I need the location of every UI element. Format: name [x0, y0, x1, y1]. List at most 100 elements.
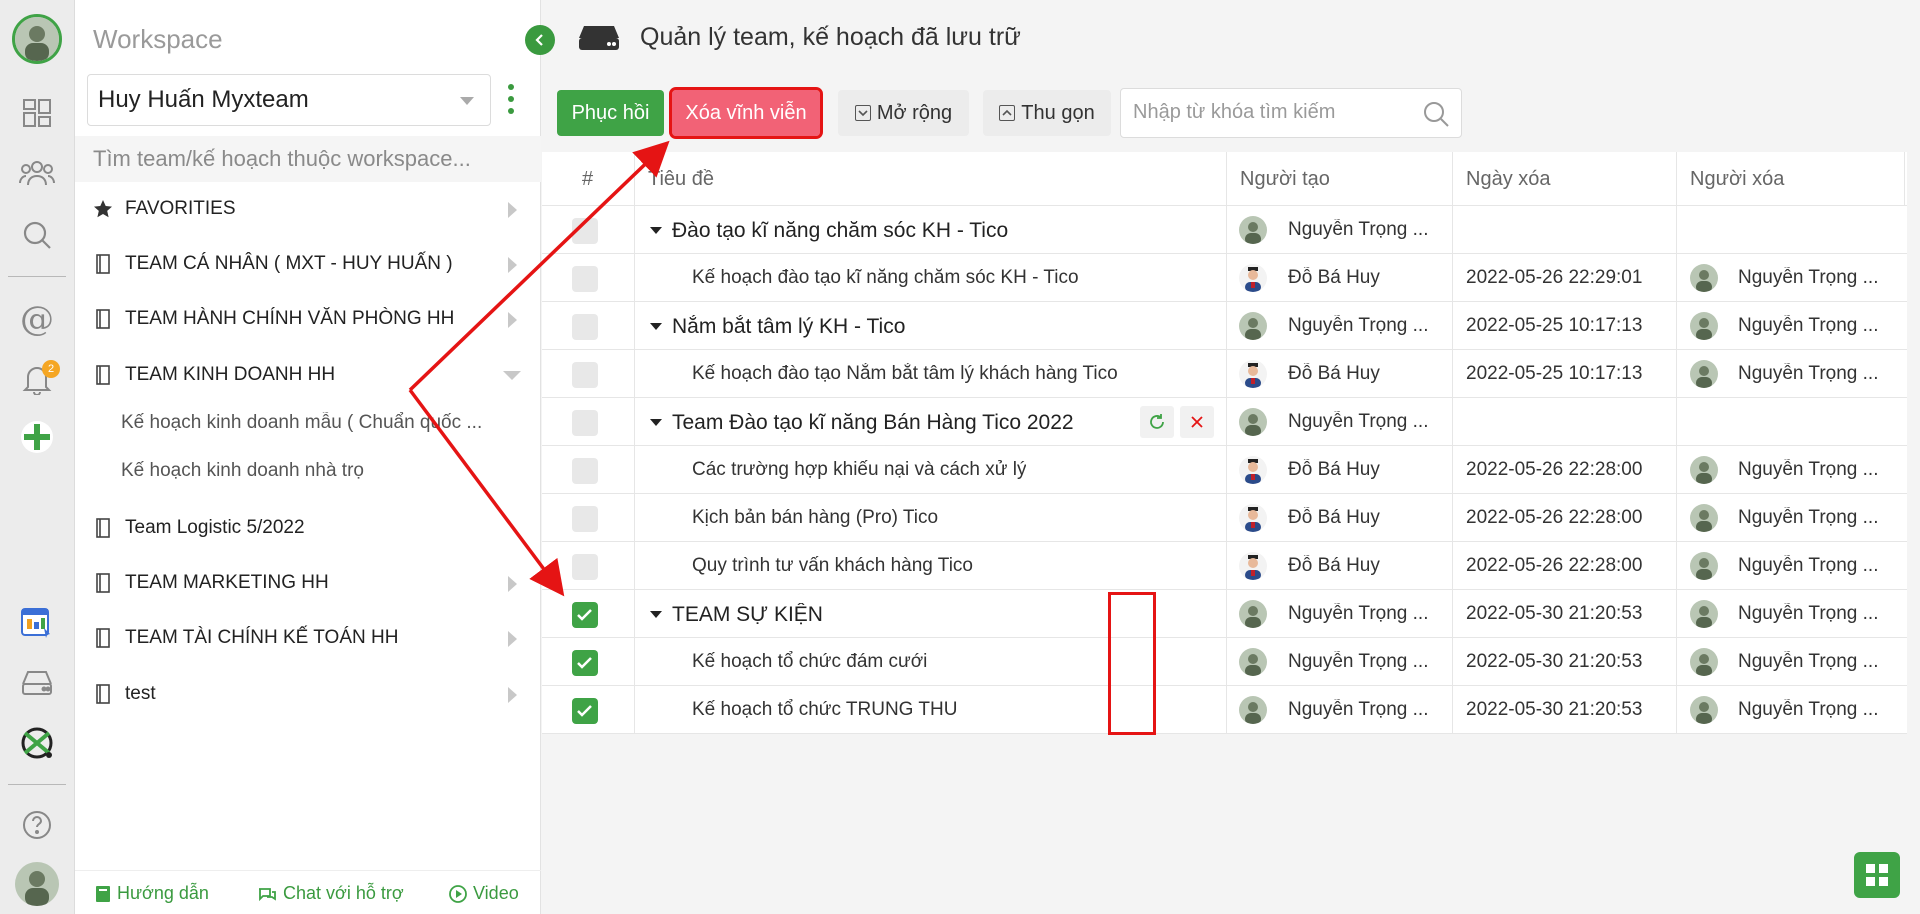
table-row[interactable]: Kịch bản bán hàng (Pro) Tico Đỗ Bá Huy 202…: [542, 494, 1907, 542]
dashboard-icon[interactable]: [14, 90, 60, 136]
archive-icon[interactable]: [14, 660, 60, 706]
chat-support-link[interactable]: Chat với hỗ trợ: [257, 883, 404, 904]
notebook-icon: [91, 684, 115, 704]
chevron-right-icon: [508, 687, 517, 703]
report-icon[interactable]: [14, 600, 60, 646]
sidebar-item-team[interactable]: TEAM MARKETING HH: [91, 563, 531, 603]
notebook-icon: [91, 309, 115, 329]
table-row[interactable]: Kế hoạch tổ chức đám cưới Nguyễn Trọng ..…: [542, 638, 1907, 686]
sidebar-item-label: FAVORITIES: [125, 198, 236, 219]
workspace-search-input[interactable]: [75, 136, 541, 182]
archived-table: # Tiêu đề Người tạo Ngày xóa Người xóa Đ…: [542, 152, 1907, 734]
column-divider: [1452, 152, 1453, 734]
add-icon[interactable]: [14, 414, 60, 460]
table-row[interactable]: Nắm bắt tâm lý KH - Tico Nguyễn Trọng ...…: [542, 302, 1907, 350]
sidebar-item-label: TEAM MARKETING HH: [125, 572, 329, 593]
row-checkbox[interactable]: [572, 506, 598, 532]
table-row[interactable]: Kế hoạch tổ chức TRUNG THU Nguyễn Trọng .…: [542, 686, 1907, 734]
row-deleted-at: 2022-05-26 22:28:00: [1466, 507, 1643, 528]
chevron-right-icon: [508, 631, 517, 647]
row-deleted-at: 2022-05-25 10:17:13: [1466, 315, 1643, 336]
expand-icon: [854, 105, 871, 121]
sidebar-item-team[interactable]: TEAM TÀI CHÍNH KẾ TOÁN HH: [91, 618, 531, 658]
row-deleted-by: Nguyễn Trọng ...: [1738, 699, 1879, 720]
chevron-right-icon: [508, 202, 517, 218]
bell-icon[interactable]: 2: [14, 356, 60, 402]
search-icon[interactable]: [14, 212, 60, 258]
sidebar-item-team-expanded[interactable]: TEAM KINH DOANH HH: [91, 355, 531, 395]
rail-divider: [8, 784, 66, 785]
workspace-more-icon[interactable]: [507, 84, 515, 114]
collapse-sidebar-button[interactable]: [525, 25, 555, 55]
row-checkbox[interactable]: [572, 650, 598, 676]
row-checkbox[interactable]: [572, 458, 598, 484]
sidebar-item-team[interactable]: TEAM HÀNH CHÍNH VĂN PHÒNG HH: [91, 299, 531, 339]
sidebar-subitem-plan[interactable]: Kế hoạch kinh doanh mẫu ( Chuẩn quốc ...: [121, 412, 521, 434]
caret-down-icon[interactable]: [650, 323, 662, 330]
expand-button[interactable]: Mở rộng: [838, 90, 969, 136]
row-checkbox[interactable]: [572, 218, 598, 244]
table-row[interactable]: Team Đào tạo kĩ năng Bán Hàng Tico 2022 N…: [542, 398, 1907, 446]
deleter-avatar: [1690, 600, 1718, 628]
delete-row-button[interactable]: [1180, 406, 1214, 438]
creator-avatar: [1239, 504, 1267, 532]
sidebar-subitem-plan[interactable]: Kế hoạch kinh doanh nhà trọ: [121, 460, 521, 482]
caret-down-icon[interactable]: [650, 227, 662, 234]
sidebar-item-label: TEAM TÀI CHÍNH KẾ TOÁN HH: [125, 627, 399, 648]
table-row[interactable]: Quy trình tư vấn khách hàng Tico Đỗ Bá Hu…: [542, 542, 1907, 590]
table-row[interactable]: Các trường hợp khiếu nại và cách xử lý Đỗ…: [542, 446, 1907, 494]
caret-down-icon[interactable]: [650, 611, 662, 618]
column-index: #: [582, 168, 594, 190]
row-checkbox[interactable]: [572, 554, 598, 580]
creator-avatar: [1239, 600, 1267, 628]
restore-button[interactable]: Phục hồi: [557, 90, 664, 136]
notebook-icon: [91, 573, 115, 593]
mention-icon[interactable]: @: [14, 296, 60, 342]
caret-down-icon[interactable]: [650, 419, 662, 426]
deleter-avatar: [1690, 360, 1718, 388]
profile-avatar-icon[interactable]: [15, 862, 59, 906]
chevron-left-icon: [535, 34, 543, 46]
guide-link[interactable]: Hướng dẫn: [95, 883, 209, 904]
notebook-icon: [91, 365, 115, 385]
sidebar-item-team[interactable]: TEAM CÁ NHÂN ( MXT - HUY HUẤN ): [91, 244, 531, 284]
video-link[interactable]: Video: [449, 883, 519, 904]
table-row[interactable]: Đào tạo kĩ năng chăm sóc KH - Tico Nguyễn…: [542, 206, 1907, 254]
restore-row-button[interactable]: [1140, 406, 1174, 438]
row-checkbox[interactable]: [572, 698, 598, 724]
help-icon[interactable]: [14, 802, 60, 848]
table-row[interactable]: Kế hoạch đào tạo Nắm bắt tâm lý khách hà…: [542, 350, 1907, 398]
creator-avatar: [1239, 312, 1267, 340]
book-icon: [96, 885, 110, 902]
myxteam-logo-icon[interactable]: [14, 720, 60, 766]
row-creator: Nguyễn Trọng ...: [1288, 603, 1429, 624]
workspace-select[interactable]: Huy Huấn Myxteam: [87, 74, 491, 126]
row-deleted-at: 2022-05-26 22:28:00: [1466, 459, 1643, 480]
row-checkbox[interactable]: [572, 314, 598, 340]
row-title: TEAM SỰ KIỆN: [672, 603, 823, 626]
collapse-button[interactable]: Thu gọn: [983, 90, 1111, 136]
table-row[interactable]: Kế hoạch đào tạo kĩ năng chăm sóc KH - T…: [542, 254, 1907, 302]
user-avatar-icon[interactable]: [12, 14, 62, 64]
collapse-button-label: Thu gọn: [1021, 101, 1095, 124]
row-deleted-at: 2022-05-30 21:20:53: [1466, 603, 1643, 624]
row-deleted-by: Nguyễn Trọng ...: [1738, 315, 1879, 336]
sidebar-item-favorites[interactable]: FAVORITIES: [91, 189, 531, 229]
row-checkbox[interactable]: [572, 362, 598, 388]
row-title: Kế hoạch đào tạo Nắm bắt tâm lý khách hà…: [692, 363, 1118, 384]
row-checkbox[interactable]: [572, 266, 598, 292]
sidebar-item-team[interactable]: Team Logistic 5/2022: [91, 508, 531, 548]
apps-grid-button[interactable]: [1854, 852, 1900, 898]
team-icon[interactable]: [14, 150, 60, 196]
column-divider: [1676, 152, 1677, 734]
notebook-icon: [91, 628, 115, 648]
archive-search-box[interactable]: [1120, 88, 1462, 138]
row-checkbox[interactable]: [572, 410, 598, 436]
row-checkbox[interactable]: [572, 602, 598, 628]
row-deleted-by: Nguyễn Trọng ...: [1738, 459, 1879, 480]
row-deleted-by: Nguyễn Trọng ...: [1738, 555, 1879, 576]
sidebar-item-team[interactable]: test: [91, 674, 531, 714]
table-row[interactable]: TEAM SỰ KIỆN Nguyễn Trọng ... 2022-05-30 2…: [542, 590, 1907, 638]
delete-permanently-button[interactable]: Xóa vĩnh viễn: [669, 87, 823, 139]
archive-search-input[interactable]: [1133, 101, 1413, 124]
